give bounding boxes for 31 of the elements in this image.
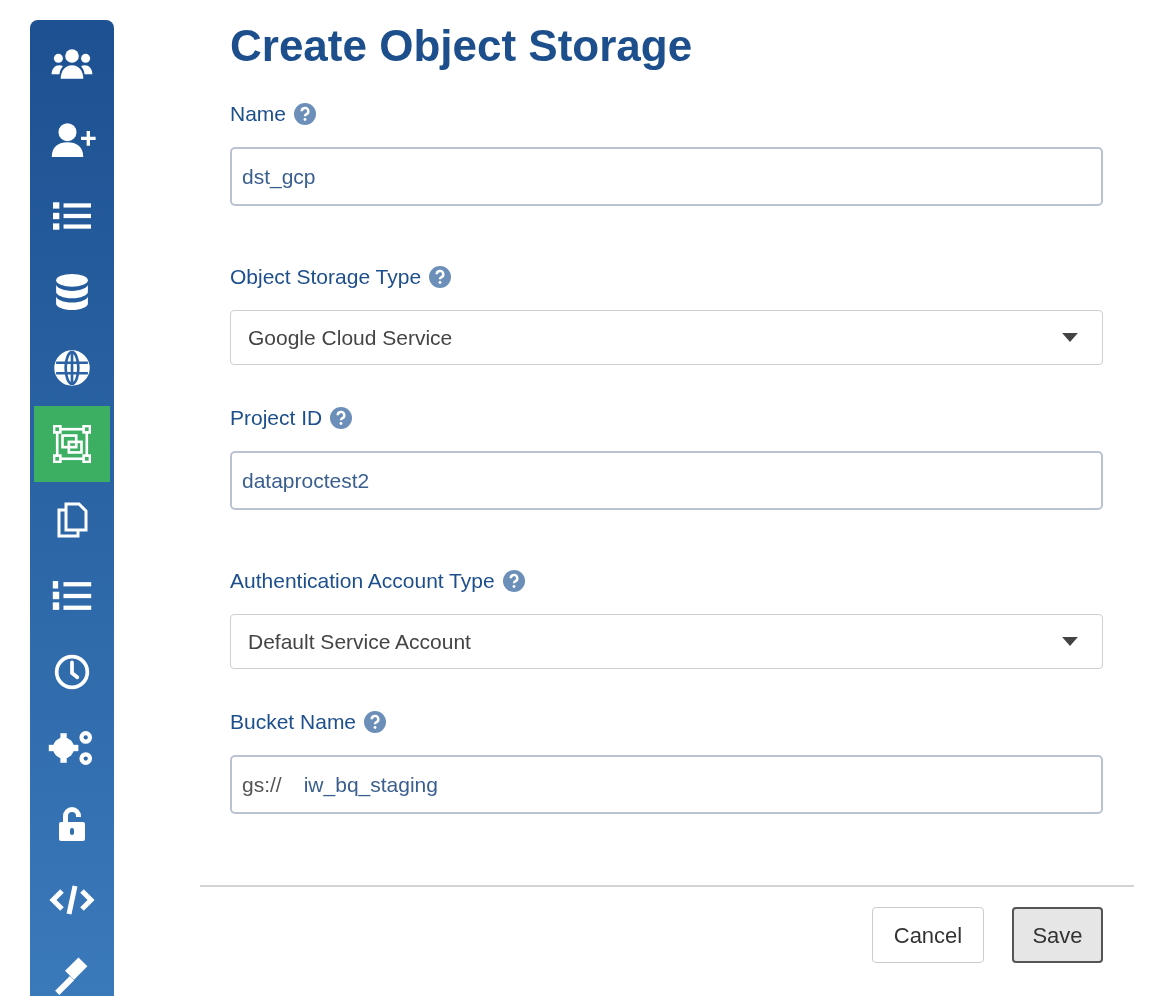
dropdown[interactable]: Default Service Account bbox=[230, 614, 1103, 669]
field-label: Bucket Name bbox=[230, 709, 357, 735]
nav-icon bbox=[53, 200, 91, 232]
nav-icon bbox=[53, 425, 91, 463]
caret-icon bbox=[1062, 333, 1078, 342]
dialog-button[interactable]: Save bbox=[1012, 907, 1103, 963]
input-field[interactable]: dst_gcp bbox=[230, 147, 1103, 206]
nav-icon bbox=[49, 47, 95, 81]
field-label: Project ID bbox=[230, 405, 323, 431]
caret-icon bbox=[1062, 637, 1078, 646]
nav-icon bbox=[54, 654, 90, 690]
field-label: Authentication Account Type bbox=[230, 568, 495, 594]
nav-icon bbox=[54, 350, 90, 386]
nav-icon bbox=[56, 806, 88, 842]
field-label: Name bbox=[230, 101, 287, 127]
url-prefix: gs:// bbox=[242, 771, 282, 798]
dropdown[interactable]: Google Cloud Service bbox=[230, 310, 1103, 365]
help-icon[interactable] bbox=[502, 570, 525, 592]
nav-icon bbox=[49, 883, 95, 917]
dialog-button[interactable]: Cancel bbox=[872, 907, 984, 963]
help-icon[interactable] bbox=[330, 407, 353, 429]
nav-icon bbox=[52, 580, 92, 612]
nav-icon bbox=[56, 502, 88, 538]
nav-icon bbox=[55, 274, 89, 310]
field-label: Object Storage Type bbox=[230, 264, 422, 290]
help-icon[interactable] bbox=[294, 103, 317, 125]
bucket-field[interactable]: gs:// iw_bq_staging bbox=[230, 755, 1103, 814]
page-title: Create Object Storage bbox=[230, 20, 694, 72]
help-icon[interactable] bbox=[429, 266, 452, 288]
input-field[interactable]: dataproctest2 bbox=[230, 451, 1103, 510]
help-icon[interactable] bbox=[364, 711, 387, 733]
